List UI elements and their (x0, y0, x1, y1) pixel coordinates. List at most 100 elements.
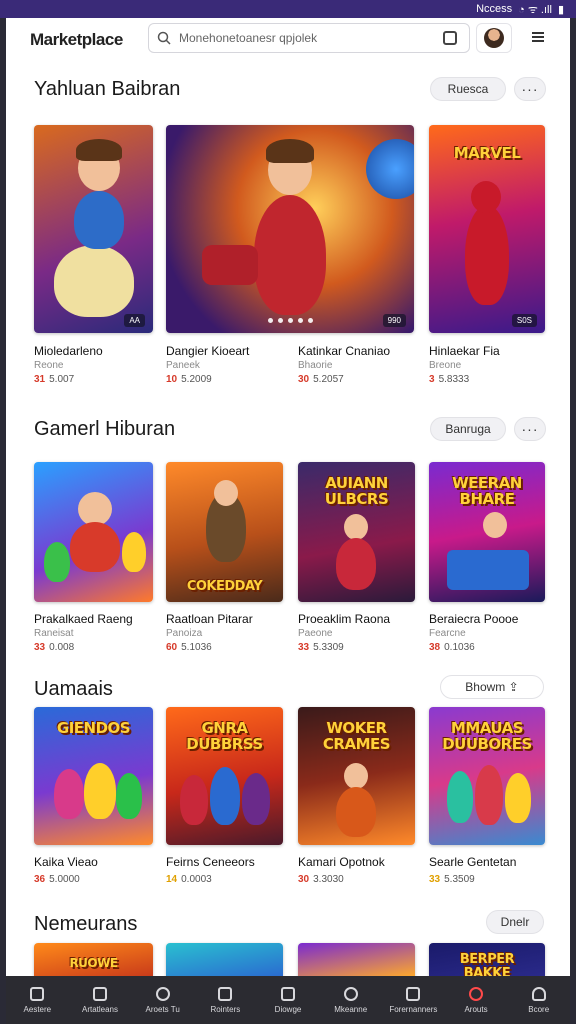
item-name[interactable]: Beraiecra Poooe (429, 612, 518, 626)
item-subtitle: Raneisat (34, 628, 74, 639)
item-subtitle: Reone (34, 360, 64, 371)
item-price: 33 0.008 (34, 642, 75, 653)
item-price: 30 5.2057 (298, 374, 344, 385)
section-action-button[interactable]: Banruga (430, 417, 506, 441)
card-banner: WEERAN BHARE (452, 474, 522, 508)
nav-item-search[interactable]: Aroets Tu (131, 976, 194, 1024)
game-card[interactable] (34, 462, 153, 602)
item-name[interactable]: Kaika Vieao (34, 855, 98, 869)
search-input[interactable]: Monehonetoanesr qpjolek (148, 23, 470, 53)
item-name[interactable]: Mioledarleno (34, 344, 103, 358)
item-name[interactable]: Dangier Kioeart (166, 344, 249, 358)
game-card[interactable] (166, 943, 283, 977)
game-card[interactable]: COKEDDAY (166, 462, 283, 602)
section-title: Nemeurans (34, 913, 138, 935)
carousel-pager[interactable] (166, 318, 414, 323)
search-icon (155, 986, 170, 1001)
item-subtitle: Panoiza (166, 628, 203, 639)
avatar (484, 28, 504, 48)
nav-item-chart[interactable]: Forernanners (382, 976, 445, 1024)
card-badge: 990 (382, 314, 406, 327)
logo[interactable]: Marketplace (30, 30, 123, 50)
item-price: 10 5.2009 (166, 374, 212, 385)
card-banner: MMAUAS DUUBORES (442, 718, 532, 753)
camera-icon[interactable] (443, 31, 457, 45)
game-card[interactable]: BERPER BAKKE (429, 943, 545, 977)
item-subtitle: Paneek (166, 360, 200, 371)
home-icon (30, 986, 45, 1001)
card-banner: WOKER CRAMES (322, 718, 391, 753)
signal-icon: ◔ ᯤ .ıll (518, 3, 552, 16)
more-button[interactable]: ··· (514, 77, 546, 101)
card-badge: S0S (511, 314, 537, 327)
nav-item-dashboard[interactable]: Mkeanne (319, 976, 382, 1024)
card-banner: BERPER BAKKE (459, 952, 515, 977)
featured-card[interactable]: 990 (166, 125, 414, 333)
card-badge: AA (124, 314, 145, 327)
nav-item-tag[interactable]: Diowge (257, 976, 320, 1024)
battery-icon: ▮ (557, 3, 564, 16)
item-subtitle: Breone (429, 360, 462, 371)
nav-item-games[interactable]: Arouts (445, 976, 508, 1024)
game-card[interactable]: GIENDOS (34, 707, 153, 845)
item-price: 33 5.3509 (429, 874, 475, 885)
card-banner: RUOWE (69, 956, 118, 970)
card-banner: AUIANN ULBCRS (324, 474, 389, 508)
item-name[interactable]: Katinkar Cnaniao (298, 344, 390, 358)
bottom-navigation: Aestere Artatleans Aroets Tu Rointers Di… (6, 976, 570, 1024)
item-price: 14 0.0003 (166, 874, 212, 885)
item-name[interactable]: Raatloan Pitarar (166, 612, 253, 626)
game-card[interactable]: MMAUAS DUUBORES (429, 707, 545, 845)
status-text: Nccess (476, 3, 513, 15)
profile-icon (531, 986, 546, 1001)
nav-item-store[interactable]: Artatleans (69, 976, 132, 1024)
item-name[interactable]: Hinlaekar Fia (429, 344, 500, 358)
share-icon: ⇪ (508, 680, 519, 694)
game-card[interactable]: WOKER CRAMES (298, 707, 415, 845)
item-price: 31 5.007 (34, 374, 75, 385)
section-action-button[interactable]: Bhowm ⇪ (440, 675, 544, 699)
game-card[interactable]: WEERAN BHARE (429, 462, 545, 602)
game-card[interactable]: GNRA DUBBRSS (166, 707, 283, 845)
item-price: 36 5.0000 (34, 874, 80, 885)
store-icon (93, 986, 107, 1001)
item-price: 30 3.3030 (298, 874, 344, 885)
section-title: Yahluan Baibran (34, 78, 181, 100)
section-action-button[interactable]: Dnelr (486, 910, 544, 934)
game-card[interactable] (298, 943, 415, 977)
item-price: 38 0.1036 (429, 642, 475, 653)
item-price: 3 5.8333 (429, 374, 470, 385)
inbox-icon (218, 986, 233, 1001)
dashboard-icon (343, 986, 358, 1001)
top-bar: Marketplace Monehonetoanesr qpjolek (6, 18, 570, 62)
section-action-button[interactable]: Ruesca (430, 77, 506, 101)
card-banner: GNRA DUBBRSS (186, 718, 263, 753)
item-price: 33 5.3309 (298, 642, 344, 653)
item-name[interactable]: Searle Gentetan (429, 855, 516, 869)
search-icon (157, 31, 171, 45)
status-bar: Nccess ◔ ᯤ .ıll ▮ (0, 0, 576, 18)
game-card[interactable]: RUOWE (34, 943, 153, 977)
more-button[interactable]: ··· (514, 417, 546, 441)
tag-icon (281, 986, 296, 1001)
section-title: Gamerl Hiburan (34, 418, 176, 440)
menu-icon[interactable] (528, 30, 544, 46)
item-subtitle: Fearcne (429, 628, 466, 639)
nav-item-inbox[interactable]: Rointers (194, 976, 257, 1024)
nav-item-profile[interactable]: Bcore (507, 976, 570, 1024)
profile-button[interactable] (476, 23, 512, 53)
item-name[interactable]: Feirns Ceneeors (166, 855, 255, 869)
nav-item-home[interactable]: Aestere (6, 976, 69, 1024)
item-subtitle: Paeone (298, 628, 333, 639)
gamepad-icon (469, 986, 484, 1001)
card-banner: MARVEL (453, 143, 521, 162)
card-banner: GIENDOS (56, 718, 131, 737)
item-name[interactable]: Kamari Opotnok (298, 855, 385, 869)
item-name[interactable]: Prakalkaed Raeng (34, 612, 133, 626)
card-banner: COKEDDAY (186, 579, 263, 595)
game-card[interactable]: AUIANN ULBCRS (298, 462, 415, 602)
game-card[interactable]: MARVEL S0S (429, 125, 545, 333)
item-subtitle: Bhaorie (298, 360, 333, 371)
game-card[interactable]: AA (34, 125, 153, 333)
item-name[interactable]: Proeaklim Raona (298, 612, 390, 626)
